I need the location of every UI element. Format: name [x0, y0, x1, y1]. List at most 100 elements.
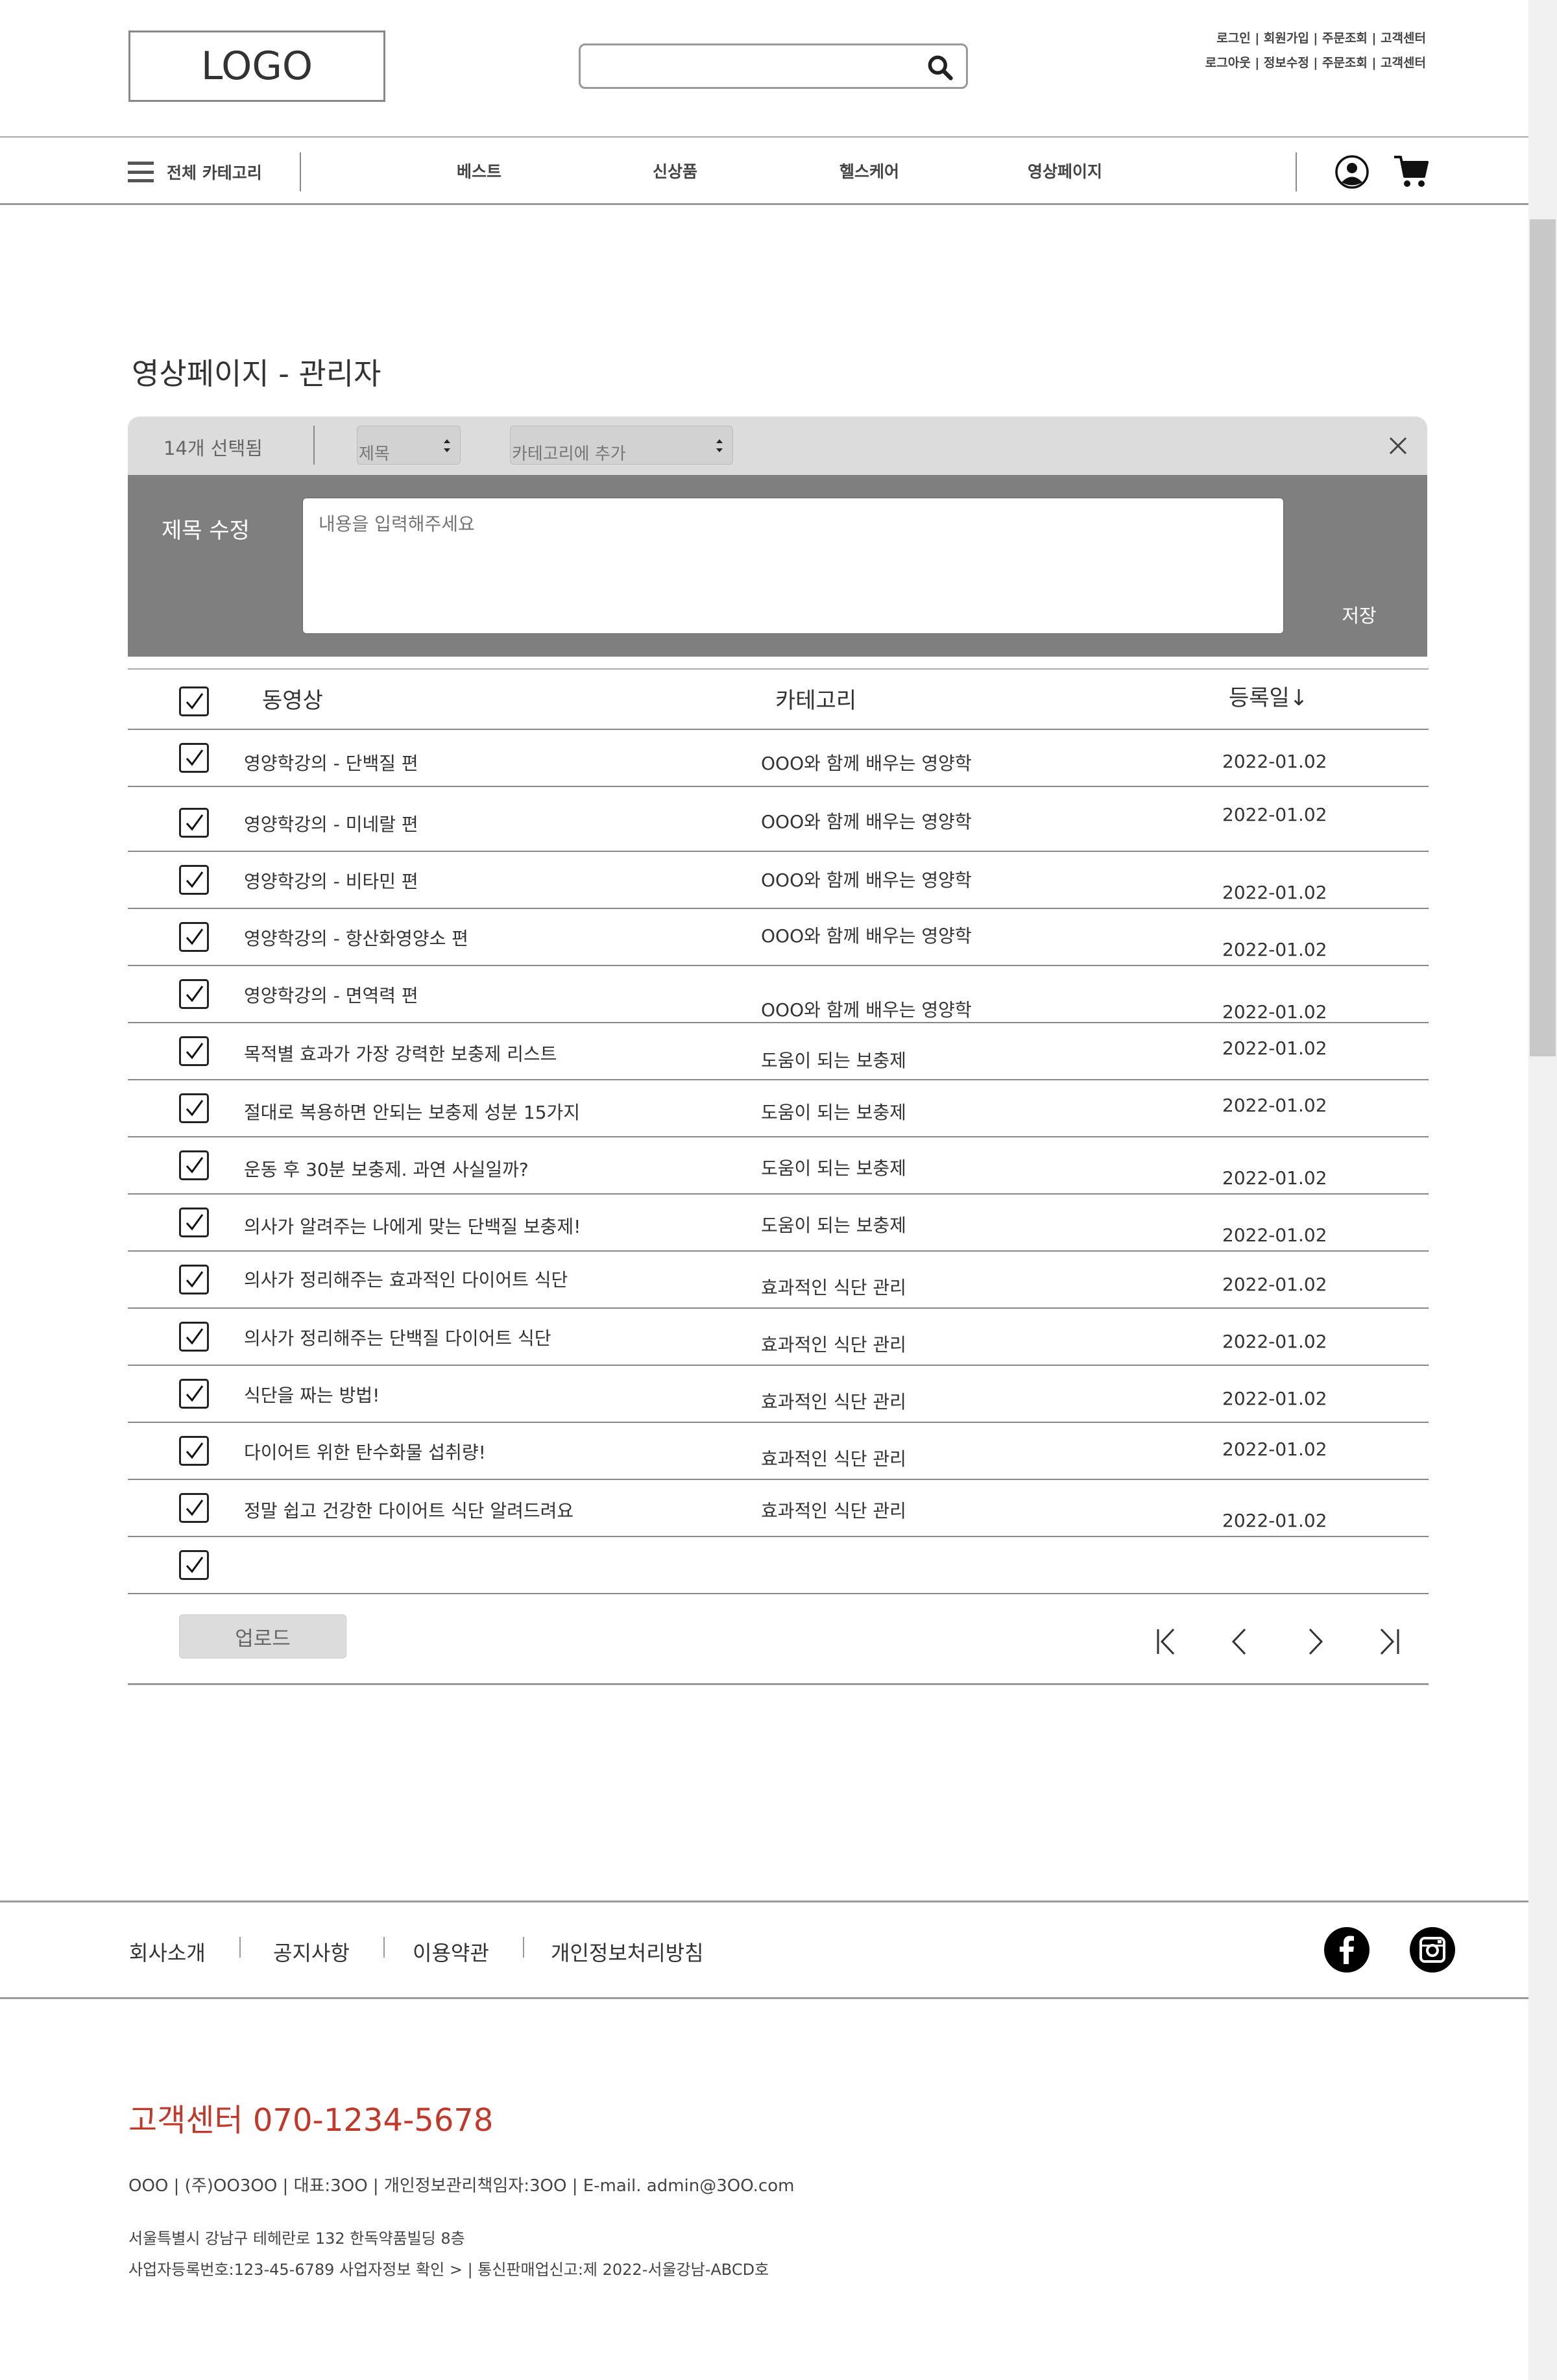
- video-date: 2022-01.02: [1222, 939, 1327, 960]
- close-icon[interactable]: [1388, 436, 1408, 455]
- table-row[interactable]: 영양학강의 - 미네랄 편 OOO와 함께 배우는 영양학 2022-01.02: [128, 787, 1429, 852]
- table-row[interactable]: 정말 쉽고 건강한 다이어트 식단 알려드려요 효과적인 식단 관리 2022-01…: [128, 1480, 1429, 1537]
- table-row[interactable]: 절대로 복용하면 안되는 보충제 성분 15가지 도움이 되는 보충제 2022-0…: [128, 1080, 1429, 1137]
- table-row[interactable]: 다이어트 위한 탄수화물 섭취량! 효과적인 식단 관리 2022-01.02: [128, 1423, 1429, 1480]
- util-links-login[interactable]: 로그인 | 회원가입 | 주문조회 | 고객센터: [1216, 29, 1426, 46]
- row-checkbox[interactable]: [179, 1493, 209, 1523]
- instagram-icon[interactable]: [1409, 1926, 1456, 1973]
- search-input[interactable]: [579, 43, 968, 89]
- row-checkbox[interactable]: [179, 1208, 209, 1237]
- checkmark-icon: [186, 749, 204, 766]
- table-row[interactable]: 의사가 정리해주는 효과적인 다이어트 식단 효과적인 식단 관리 2022-01.…: [128, 1252, 1429, 1309]
- row-checkbox[interactable]: [179, 1436, 209, 1466]
- table-row[interactable]: 식단을 짜는 방법! 효과적인 식단 관리 2022-01.02: [128, 1366, 1429, 1423]
- table-row[interactable]: 의사가 알려주는 나에게 맞는 단백질 보충제! 도움이 되는 보충제 2022-0…: [128, 1195, 1429, 1252]
- row-checkbox[interactable]: [179, 1265, 209, 1294]
- row-checkbox[interactable]: [179, 1036, 209, 1066]
- upload-button[interactable]: 업로드: [179, 1614, 346, 1658]
- table-row[interactable]: 영양학강의 - 비타민 편 OOO와 함께 배우는 영양학 2022-01.02: [128, 852, 1429, 909]
- nav-top-divider: [0, 136, 1528, 138]
- first-page-icon[interactable]: [1152, 1625, 1181, 1658]
- prev-page-icon[interactable]: [1225, 1625, 1255, 1658]
- table-footer: 업로드: [128, 1594, 1429, 1685]
- title-select[interactable]: 제목: [357, 426, 461, 465]
- video-title[interactable]: 식단을 짜는 방법!: [244, 1381, 380, 1407]
- row-checkbox[interactable]: [179, 808, 209, 838]
- video-category: 도움이 되는 보충제: [761, 1158, 906, 1179]
- table-body: 영양학강의 - 단백질 편 OOO와 함께 배우는 영양학 2022-01.02 영양…: [128, 730, 1429, 1594]
- video-title[interactable]: 의사가 정리해주는 효과적인 다이어트 식단: [244, 1266, 568, 1292]
- video-title[interactable]: 정말 쉽고 건강한 다이어트 식단 알려드려요: [244, 1497, 573, 1523]
- video-title[interactable]: 다이어트 위한 탄수화물 섭취량!: [244, 1439, 486, 1464]
- scrollbar-thumb[interactable]: [1530, 219, 1556, 1056]
- row-checkbox[interactable]: [179, 743, 209, 773]
- video-title[interactable]: 영양학강의 - 면역력 편: [244, 982, 418, 1008]
- last-page-icon[interactable]: [1375, 1625, 1405, 1658]
- row-checkbox[interactable]: [179, 1150, 209, 1180]
- checkmark-icon: [186, 1328, 204, 1345]
- row-checkbox[interactable]: [179, 922, 209, 952]
- row-checkbox[interactable]: [179, 1379, 209, 1409]
- table-row[interactable]: 영양학강의 - 단백질 편 OOO와 함께 배우는 영양학 2022-01.02: [128, 730, 1429, 787]
- video-category: 효과적인 식단 관리: [761, 1448, 906, 1470]
- checkmark-icon: [186, 1043, 204, 1060]
- cart-icon[interactable]: [1393, 153, 1429, 189]
- category-select[interactable]: 카테고리에 추가: [510, 426, 733, 465]
- table-row[interactable]: 운동 후 30분 보충제. 과연 사실일까? 도움이 되는 보충제 2022-01.…: [128, 1137, 1429, 1195]
- video-title[interactable]: 영양학강의 - 항산화영양소 편: [244, 925, 468, 951]
- next-page-icon[interactable]: [1301, 1625, 1331, 1658]
- table-header: 동영상 카테고리 등록일↓: [128, 668, 1429, 730]
- row-checkbox[interactable]: [179, 1550, 209, 1580]
- hamburger-icon: [128, 162, 154, 182]
- checkmark-icon: [186, 1214, 204, 1231]
- nav-item-best[interactable]: 베스트: [457, 159, 501, 182]
- table-row[interactable]: 영양학강의 - 항산화영양소 편 OOO와 함께 배우는 영양학 2022-01.0…: [128, 909, 1429, 966]
- header-date-sort[interactable]: 등록일↓: [1229, 680, 1308, 712]
- company-info: OOO | (주)OO3OO | 대표:3OO | 개인정보관리책임자:3OO …: [128, 2176, 795, 2196]
- row-checkbox[interactable]: [179, 979, 209, 1009]
- nav-item-healthcare[interactable]: 헬스케어: [839, 159, 899, 182]
- footer-link-terms[interactable]: 이용약관: [413, 1937, 489, 1967]
- title-edit-panel: 제목 수정 저장: [128, 475, 1427, 657]
- page-title: 영상페이지 - 관리자: [132, 356, 381, 391]
- footer-link-about[interactable]: 회사소개: [129, 1937, 206, 1967]
- save-button[interactable]: 저장: [1336, 597, 1382, 632]
- selected-count: 14개 선택됨: [163, 437, 263, 459]
- video-category: 효과적인 식단 관리: [761, 1391, 906, 1413]
- video-title[interactable]: 영양학강의 - 단백질 편: [244, 749, 418, 775]
- video-title[interactable]: 영양학강의 - 미네랄 편: [244, 810, 418, 836]
- row-checkbox[interactable]: [179, 1093, 209, 1123]
- facebook-icon[interactable]: [1323, 1926, 1370, 1973]
- footer-link-privacy[interactable]: 개인정보처리방침: [551, 1937, 704, 1967]
- video-title[interactable]: 목적별 효과가 가장 강력한 보충제 리스트: [244, 1040, 557, 1066]
- select-all-checkbox[interactable]: [179, 686, 209, 716]
- footer-link-notice[interactable]: 공지사항: [273, 1937, 350, 1967]
- table-row[interactable]: 영양학강의 - 면역력 편 OOO와 함께 배우는 영양학 2022-01.02: [128, 966, 1429, 1023]
- user-icon[interactable]: [1334, 154, 1370, 189]
- nav-item-new[interactable]: 신상품: [653, 159, 697, 182]
- video-title[interactable]: 의사가 정리해주는 단백질 다이어트 식단: [244, 1324, 551, 1350]
- all-category-menu[interactable]: 전체 카테고리: [128, 156, 262, 188]
- title-edit-field[interactable]: [302, 498, 1284, 634]
- row-checkbox[interactable]: [179, 1322, 209, 1352]
- table-row[interactable]: [128, 1537, 1429, 1594]
- logo[interactable]: LOGO: [128, 30, 385, 102]
- selection-bar-divider: [313, 426, 315, 465]
- nav-bottom-divider: [0, 203, 1528, 205]
- video-date: 2022-01.02: [1222, 1038, 1327, 1059]
- table-row[interactable]: 의사가 정리해주는 단백질 다이어트 식단 효과적인 식단 관리 2022-01.0…: [128, 1309, 1429, 1366]
- video-title[interactable]: 의사가 알려주는 나에게 맞는 단백질 보충제!: [244, 1213, 581, 1239]
- util-links-logout[interactable]: 로그아웃 | 정보수정 | 주문조회 | 고객센터: [1205, 53, 1426, 71]
- table-row[interactable]: 목적별 효과가 가장 강력한 보충제 리스트 도움이 되는 보충제 2022-01.…: [128, 1023, 1429, 1080]
- nav-divider-right: [1296, 152, 1297, 191]
- checkmark-icon: [186, 1385, 204, 1402]
- row-checkbox[interactable]: [179, 865, 209, 895]
- nav-item-video[interactable]: 영상페이지: [1028, 159, 1102, 182]
- video-title[interactable]: 운동 후 30분 보충제. 과연 사실일까?: [244, 1156, 529, 1182]
- video-category: OOO와 함께 배우는 영양학: [761, 999, 972, 1021]
- search-icon[interactable]: [926, 53, 954, 82]
- category-select-value: 카테고리에 추가: [512, 444, 626, 464]
- video-title[interactable]: 영양학강의 - 비타민 편: [244, 868, 418, 893]
- video-date: 2022-01.02: [1222, 1510, 1327, 1531]
- video-title[interactable]: 절대로 복용하면 안되는 보충제 성분 15가지: [244, 1099, 580, 1124]
